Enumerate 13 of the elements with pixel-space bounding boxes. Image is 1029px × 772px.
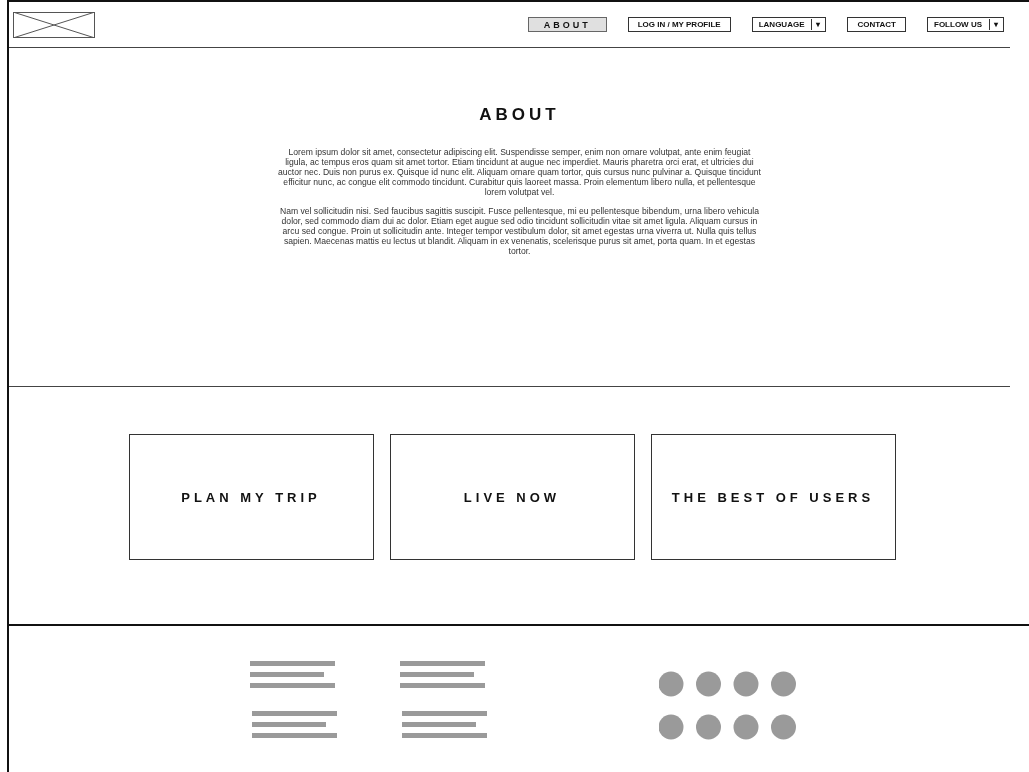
image-placeholder-icon [13, 11, 95, 38]
feature-card[interactable]: THE BEST OF USERS [650, 434, 896, 560]
feature-card[interactable]: LIVE NOW [389, 434, 635, 560]
section-heading: ABOUT [479, 105, 560, 125]
nav-dropdown[interactable]: FOLLOW US ▾ [927, 17, 1004, 32]
body-paragraph: Lorem ipsum dolor sit amet, consectetur adipiscing elit. Suspendisse semper, enim non ornare volutpat, ante enim feugiat ligula, ac tempus eros quam sit amet tortor. Etiam tincidunt at augue nec imperdiet. Mauris pharetra orci erat, et ultricies dui auctor nec. Duis non purus ex. Quisque id nunc elit. Aliquam ornare quam tortor, quis cursus nunc pulvinar a. Quisque tincidunt efficitur nunc, ac congue elit commodo tincidunt. Curabitur quis laoreet massa. Proin elementum libero nulla, et pellentesque lorem volutpat vel. [277, 147, 762, 197]
nav-link[interactable]: CONTACT [847, 17, 906, 32]
social-dots-icon [659, 671, 799, 741]
nav-link[interactable]: ABOUT [527, 17, 607, 32]
nav-dropdown[interactable]: LANGUAGE ▾ [751, 17, 827, 32]
nav-link[interactable]: LOG IN / MY PROFILE [627, 17, 731, 32]
feature-card[interactable]: PLAN MY TRIP [128, 434, 374, 560]
body-paragraph: Nam vel sollicitudin nisi. Sed faucibus sagittis suscipit. Fusce pellentesque, mi eu pellentesque bibendum, urna libero vehicula dolor, sed commodo diam dui ac dolor. Etiam eget augue sed odio tincidunt sollicitudin vitae sit amet ligula. Aliquam cursus in arcu sed congue. Proin ut sollicitudin ante. Integer tempor vestibulum dolor, sit amet egestas urna viverra ut. Nulla quis tellus sapien. Maecenas mattis eu lectus ut blandit. Aliquam in ex venenatis, scelerisque purus sit amet, porta quam. In et egestas tortor. [278, 206, 761, 256]
